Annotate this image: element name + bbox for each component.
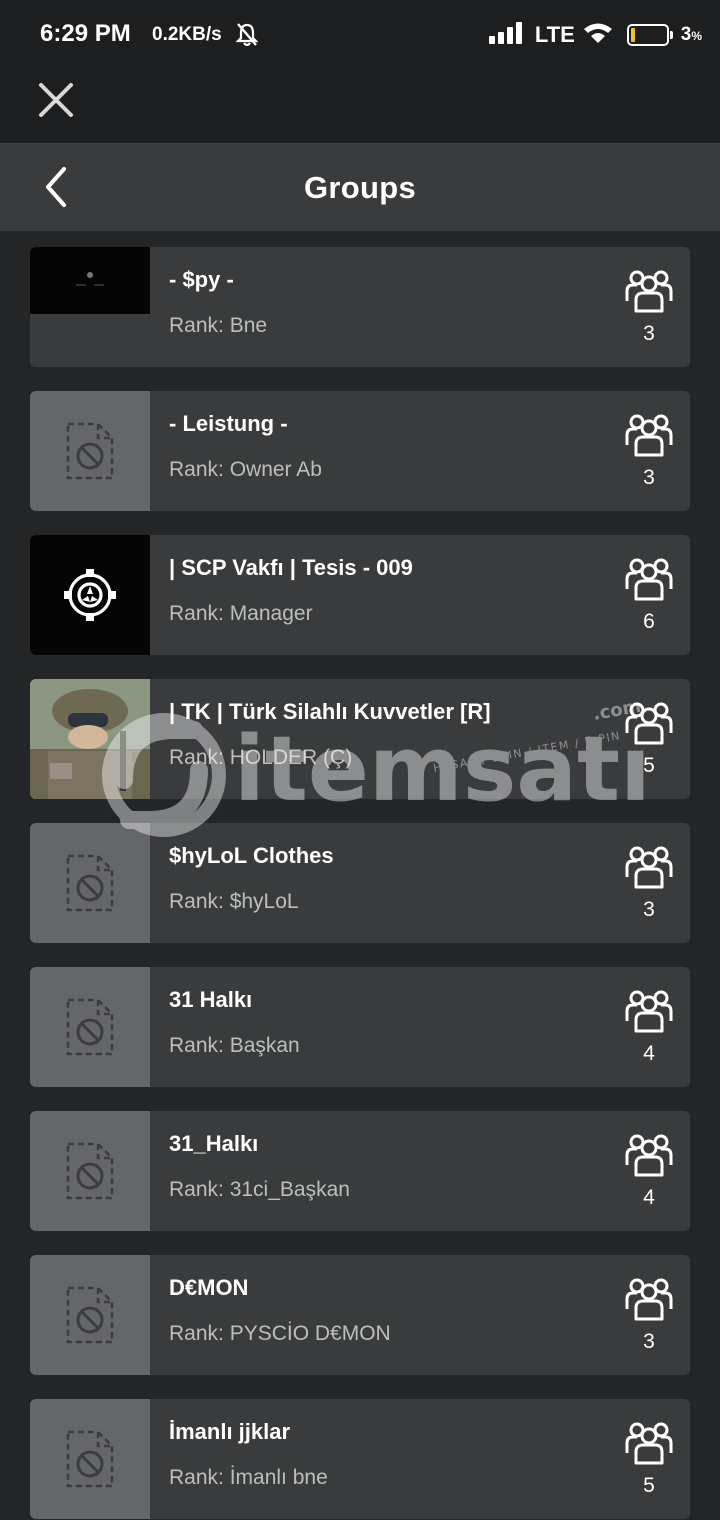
group-members: 3	[624, 845, 674, 922]
close-bar	[0, 70, 720, 143]
members-icon	[624, 1422, 674, 1469]
group-card-2[interactable]: - Leistung - Rank: Owner Ab 3	[30, 391, 690, 511]
status-indicators: LTE 3%	[488, 20, 702, 50]
group-thumbnail	[30, 1399, 150, 1519]
battery-percent: 3%	[680, 24, 702, 45]
group-members: 5	[624, 701, 674, 778]
mute-icon	[235, 22, 259, 53]
group-thumbnail	[30, 967, 150, 1087]
signal-icon	[488, 21, 525, 49]
image-unavailable-icon	[66, 422, 114, 480]
soldier-photo-icon	[30, 679, 150, 799]
group-name: D€MON	[169, 1275, 249, 1300]
group-thumbnail	[30, 535, 150, 655]
page-title: Groups	[303, 170, 417, 205]
status-network-speed: 0.2KB/s	[152, 24, 222, 45]
group-rank: Rank: PYSCİO D€MON	[169, 1322, 391, 1345]
group-card-4[interactable]: | TK | Türk Silahlı Kuvvetler [R] Rank: …	[30, 679, 690, 799]
status-bar: 6:29 PM 0.2KB/s LTE 3%	[0, 0, 720, 70]
group-name: | SCP Vakfı | Tesis - 009	[169, 555, 413, 580]
group-members: 4	[624, 1133, 674, 1210]
members-icon	[624, 1134, 674, 1181]
group-members: 6	[624, 557, 674, 634]
group-rank: Rank: 31ci_Başkan	[169, 1178, 350, 1201]
group-members: 3	[624, 1277, 674, 1354]
group-card-8[interactable]: D€MON Rank: PYSCİO D€MON 3	[30, 1255, 690, 1375]
group-card-6[interactable]: 31 Halkı Rank: Başkan 4	[30, 967, 690, 1087]
image-unavailable-icon	[66, 1286, 114, 1344]
group-name: - $py -	[169, 267, 234, 292]
group-rank: Rank: $hyLoL	[169, 890, 299, 913]
battery-icon	[626, 24, 673, 46]
group-name: 31_Halkı	[169, 1131, 259, 1156]
group-thumbnail	[30, 1255, 150, 1375]
members-icon	[624, 846, 674, 893]
members-icon	[624, 270, 674, 317]
member-count: 3	[643, 466, 655, 489]
group-thumbnail	[30, 247, 150, 367]
image-unavailable-icon	[66, 998, 114, 1056]
member-count: 5	[643, 754, 655, 777]
member-count: 4	[643, 1042, 655, 1065]
group-name: İmanlı jjklar	[169, 1419, 291, 1444]
group-rank: Rank: HOLDER (Ç)	[169, 746, 353, 769]
group-thumbnail	[30, 1111, 150, 1231]
group-thumbnail	[30, 679, 150, 799]
image-unavailable-icon	[66, 1430, 114, 1488]
member-count: 4	[643, 1186, 655, 1209]
scp-logo-icon	[64, 569, 116, 621]
group-members: 4	[624, 989, 674, 1066]
group-name: - Leistung -	[169, 411, 288, 436]
members-icon	[624, 990, 674, 1037]
group-card-3[interactable]: | SCP Vakfı | Tesis - 009 Rank: Manager …	[30, 535, 690, 655]
group-card-5[interactable]: $hyLoL Clothes Rank: $hyLoL 3	[30, 823, 690, 943]
group-card-7[interactable]: 31_Halkı Rank: 31ci_Başkan 4	[30, 1111, 690, 1231]
group-rank: Rank: Manager	[169, 602, 313, 625]
group-name: | TK | Türk Silahlı Kuvvetler [R]	[169, 699, 491, 724]
member-count: 3	[643, 1330, 655, 1353]
group-rank: Rank: Owner Ab	[169, 458, 322, 481]
page-header: Groups	[0, 143, 720, 231]
close-icon[interactable]	[36, 80, 76, 120]
member-count: 3	[643, 898, 655, 921]
group-rank: Rank: İmanlı bne	[169, 1466, 328, 1489]
member-count: 3	[643, 322, 655, 345]
members-icon	[624, 1278, 674, 1325]
group-logo-icon	[76, 271, 104, 285]
group-name: $hyLoL Clothes	[169, 843, 334, 868]
member-count: 6	[643, 610, 655, 633]
image-unavailable-icon	[66, 854, 114, 912]
group-card-9[interactable]: İmanlı jjklar Rank: İmanlı bne 5	[30, 1399, 690, 1519]
group-rank: Rank: Başkan	[169, 1034, 300, 1057]
group-rank: Rank: Bne	[169, 314, 268, 337]
group-members: 3	[624, 413, 674, 490]
wifi-icon	[583, 22, 613, 49]
group-thumbnail	[30, 391, 150, 511]
group-thumbnail	[30, 823, 150, 943]
network-type: LTE	[534, 22, 575, 47]
members-icon	[624, 558, 674, 605]
member-count: 5	[643, 1474, 655, 1497]
group-card-1[interactable]: - $py - Rank: Bne 3	[30, 247, 690, 367]
group-list: - $py - Rank: Bne 3 - Leistung - Rank: O…	[30, 247, 690, 1520]
group-members: 5	[624, 1421, 674, 1498]
group-members: 3	[624, 269, 674, 346]
group-name: 31 Halkı	[169, 987, 253, 1012]
status-time: 6:29 PM	[40, 20, 131, 47]
members-icon	[624, 414, 674, 461]
image-unavailable-icon	[66, 1142, 114, 1200]
members-icon	[624, 702, 674, 749]
